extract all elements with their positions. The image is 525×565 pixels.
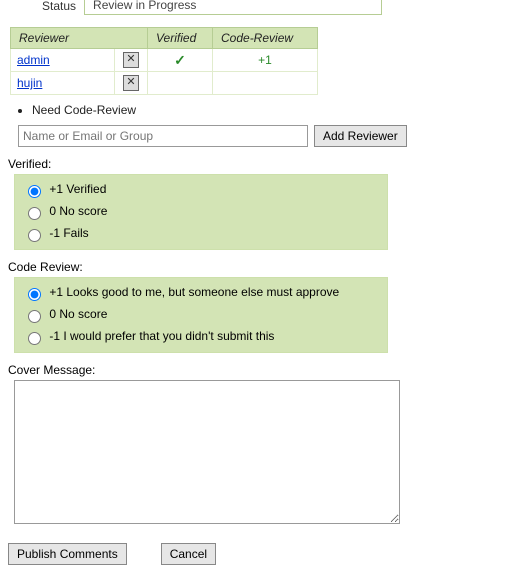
cover-message-label: Cover Message: <box>8 363 517 377</box>
reviewer-input[interactable] <box>18 125 308 147</box>
remove-reviewer-icon[interactable]: ✕ <box>123 75 139 91</box>
col-reviewer: Reviewer <box>11 28 148 49</box>
need-item: Need Code-Review <box>32 101 517 119</box>
col-verified: Verified <box>148 28 213 49</box>
reviewer-link[interactable]: hujin <box>17 76 42 90</box>
needs-list: Need Code-Review <box>32 101 517 119</box>
col-code-review: Code-Review <box>213 28 318 49</box>
code-review-option-text: 0 No score <box>49 307 107 321</box>
publish-comments-button[interactable]: Publish Comments <box>8 543 127 565</box>
code-review-option[interactable]: 0 No score <box>21 304 381 326</box>
verified-option-text: 0 No score <box>49 204 107 218</box>
status-label: Status <box>38 0 84 15</box>
code-review-option-text: -1 I would prefer that you didn't submit… <box>49 329 274 343</box>
verified-option-text: -1 Fails <box>49 226 88 240</box>
add-reviewer-row: Add Reviewer <box>18 125 517 147</box>
verified-check-icon: ✓ <box>174 52 186 68</box>
code-review-radio[interactable] <box>28 310 41 323</box>
code-review-radio[interactable] <box>28 332 41 345</box>
table-row: admin ✕ ✓ +1 <box>11 49 318 72</box>
table-row: hujin ✕ <box>11 72 318 95</box>
reviewers-table: Reviewer Verified Code-Review admin ✕ ✓ … <box>10 27 318 95</box>
code-review-score: +1 <box>258 53 272 67</box>
status-row: Status Review in Progress <box>38 0 517 15</box>
remove-reviewer-icon[interactable]: ✕ <box>123 52 139 68</box>
verified-label: Verified: <box>8 157 517 171</box>
verified-radio[interactable] <box>28 229 41 242</box>
code-review-option-text: +1 Looks good to me, but someone else mu… <box>49 285 339 299</box>
verified-option[interactable]: 0 No score <box>21 201 381 223</box>
code-review-option[interactable]: +1 Looks good to me, but someone else mu… <box>21 282 381 304</box>
code-review-radio[interactable] <box>28 288 41 301</box>
code-review-label: Code Review: <box>8 260 517 274</box>
verified-option-text: +1 Verified <box>49 182 106 196</box>
verified-option[interactable]: -1 Fails <box>21 223 381 245</box>
verified-radio[interactable] <box>28 207 41 220</box>
code-review-group: +1 Looks good to me, but someone else mu… <box>14 277 388 353</box>
verified-group: +1 Verified 0 No score -1 Fails <box>14 174 388 250</box>
code-review-option[interactable]: -1 I would prefer that you didn't submit… <box>21 326 381 348</box>
verified-radio[interactable] <box>28 185 41 198</box>
cancel-button[interactable]: Cancel <box>161 543 216 565</box>
verified-option[interactable]: +1 Verified <box>21 179 381 201</box>
cover-message-textarea[interactable] <box>14 380 400 524</box>
status-value: Review in Progress <box>84 0 382 15</box>
reviewer-link[interactable]: admin <box>17 53 50 67</box>
add-reviewer-button[interactable]: Add Reviewer <box>314 125 407 147</box>
action-buttons: Publish Comments Cancel <box>8 543 517 565</box>
